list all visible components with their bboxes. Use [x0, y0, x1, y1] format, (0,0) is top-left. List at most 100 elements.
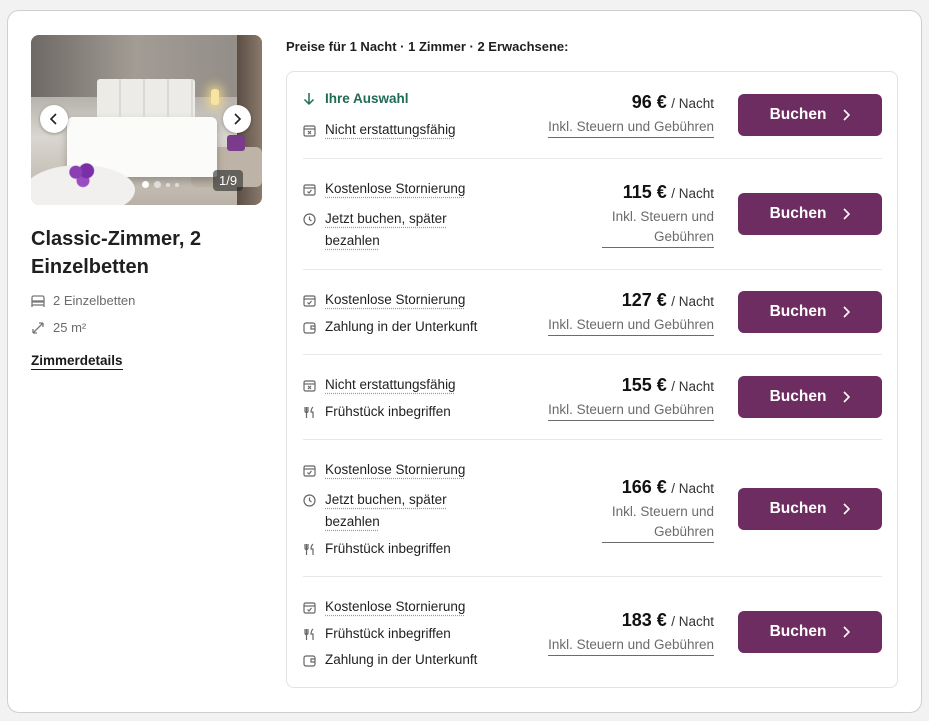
- room-beds-label: 2 Einzelbetten: [53, 293, 136, 308]
- perk-label: Frühstück inbegriffen: [325, 626, 451, 641]
- book-button-label: Buchen: [769, 623, 827, 640]
- photo-lamp: [211, 89, 219, 105]
- perk-label[interactable]: Jetzt buchen, später bezahlen: [325, 208, 465, 252]
- tax-note-link[interactable]: Inkl. Steuern und Gebühren: [602, 502, 714, 543]
- book-button-label: Buchen: [769, 303, 827, 320]
- perk-item: Kostenlose Stornierung: [303, 178, 465, 200]
- calendar-x-icon: [303, 379, 316, 392]
- price-value: 96 €: [631, 92, 667, 112]
- offer-price: 127 € / Nacht Inkl. Steuern und Gebühren: [548, 290, 714, 336]
- perk-label[interactable]: Kostenlose Stornierung: [325, 459, 465, 481]
- book-button[interactable]: Buchen: [738, 94, 882, 136]
- wallet-icon: [303, 321, 316, 334]
- perk-item: Zahlung in der Unterkunft: [303, 316, 477, 338]
- chevron-right-icon: [843, 306, 851, 318]
- clock-icon: [303, 493, 316, 507]
- arrow-down-icon: [303, 93, 315, 106]
- book-button[interactable]: Buchen: [738, 488, 882, 530]
- room-size-label: 25 m²: [53, 320, 87, 335]
- perk-label[interactable]: Kostenlose Stornierung: [325, 289, 465, 311]
- offer-row: Nicht erstattungsfähig Frühstück inbegri…: [303, 355, 882, 440]
- offer-row: Kostenlose Stornierung Jetzt buchen, spä…: [303, 159, 882, 270]
- calendar-check-icon: [303, 464, 316, 477]
- perk-label[interactable]: Jetzt buchen, später bezahlen: [325, 489, 465, 533]
- utensils-icon: [304, 406, 314, 418]
- book-button[interactable]: Buchen: [738, 611, 882, 653]
- perk-label[interactable]: Kostenlose Stornierung: [325, 596, 465, 618]
- offer-row: Kostenlose Stornierung Zahlung in der Un…: [303, 270, 882, 355]
- offer-price: 96 € / Nacht Inkl. Steuern und Gebühren: [548, 92, 714, 138]
- tax-note-link[interactable]: Inkl. Steuern und Gebühren: [548, 117, 714, 138]
- tax-note-link[interactable]: Inkl. Steuern und Gebühren: [548, 315, 714, 336]
- tax-note-link[interactable]: Inkl. Steuern und Gebühren: [548, 635, 714, 656]
- per-night-label: / Nacht: [671, 614, 714, 629]
- photo-pillow: [227, 135, 245, 151]
- price-value: 115 €: [622, 182, 667, 202]
- perk-label: Frühstück inbegriffen: [325, 541, 451, 556]
- price-value: 155 €: [621, 375, 667, 395]
- prices-header: Preise für 1 Nacht · 1 Zimmer · 2 Erwach…: [286, 39, 569, 54]
- offer-price: 115 € / Nacht Inkl. Steuern und Gebühren: [602, 182, 714, 248]
- perk-label[interactable]: Nicht erstattungsfähig: [325, 119, 456, 141]
- calendar-check-icon: [303, 601, 316, 614]
- perk-label: Frühstück inbegriffen: [325, 404, 451, 419]
- perk-item: Frühstück inbegriffen: [303, 538, 451, 560]
- perk-item: Kostenlose Stornierung: [303, 596, 465, 618]
- offer-price: 183 € / Nacht Inkl. Steuern und Gebühren: [548, 610, 714, 656]
- book-button-label: Buchen: [769, 106, 827, 123]
- perk-item: Frühstück inbegriffen: [303, 401, 451, 423]
- offer-price: 166 € / Nacht Inkl. Steuern und Gebühren: [602, 477, 714, 543]
- room-info: 1/9 Classic-Zimmer, 2 Einzelbetten 2 Ein…: [31, 35, 262, 370]
- book-button[interactable]: Buchen: [738, 376, 882, 418]
- book-button[interactable]: Buchen: [738, 291, 882, 333]
- utensils-icon: [304, 628, 314, 640]
- carousel-dot[interactable]: [142, 181, 149, 188]
- price-value: 127 €: [621, 290, 667, 310]
- calendar-x-icon: [303, 124, 316, 137]
- perk-label[interactable]: Kostenlose Stornierung: [325, 178, 465, 200]
- carousel-dot[interactable]: [154, 181, 161, 188]
- perk-item: Kostenlose Stornierung: [303, 459, 465, 481]
- calendar-check-icon: [303, 183, 316, 196]
- wallet-icon: [303, 654, 316, 667]
- offer-price: 155 € / Nacht Inkl. Steuern und Gebühren: [548, 375, 714, 421]
- chevron-right-icon: [843, 626, 851, 638]
- carousel-dots: [142, 181, 179, 188]
- tax-note-link[interactable]: Inkl. Steuern und Gebühren: [602, 207, 714, 248]
- perk-label: Ihre Auswahl: [325, 91, 409, 106]
- offer-row: Kostenlose Stornierung Jetzt buchen, spä…: [303, 440, 882, 577]
- perk-item: Kostenlose Stornierung: [303, 289, 465, 311]
- perk-item: Nicht erstattungsfähig: [303, 119, 456, 141]
- per-night-label: / Nacht: [671, 294, 714, 309]
- room-offer-card: 1/9 Classic-Zimmer, 2 Einzelbetten 2 Ein…: [7, 10, 922, 713]
- room-photo-carousel[interactable]: 1/9: [31, 35, 262, 205]
- perk-selected: Ihre Auswahl: [303, 88, 409, 110]
- clock-icon: [303, 212, 316, 226]
- per-night-label: / Nacht: [671, 186, 714, 201]
- room-feature-size: 25 m²: [31, 320, 262, 335]
- book-button-label: Buchen: [769, 500, 827, 517]
- carousel-prev-button[interactable]: [40, 105, 68, 133]
- chevron-right-icon: [234, 113, 242, 125]
- chevron-right-icon: [843, 109, 851, 121]
- book-button-label: Buchen: [769, 205, 827, 222]
- carousel-next-button[interactable]: [223, 105, 251, 133]
- chevron-right-icon: [843, 503, 851, 515]
- book-button[interactable]: Buchen: [738, 193, 882, 235]
- photo-counter: 1/9: [213, 170, 244, 191]
- per-night-label: / Nacht: [671, 96, 714, 111]
- calendar-check-icon: [303, 294, 316, 307]
- perk-item: Zahlung in der Unterkunft: [303, 649, 477, 671]
- expand-icon: [32, 321, 44, 334]
- room-details-link[interactable]: Zimmerdetails: [31, 353, 123, 370]
- carousel-dot[interactable]: [166, 182, 170, 187]
- carousel-dot[interactable]: [175, 182, 179, 187]
- perk-label[interactable]: Nicht erstattungsfähig: [325, 374, 456, 396]
- perk-item: Jetzt buchen, später bezahlen: [303, 208, 465, 252]
- perk-item: Frühstück inbegriffen: [303, 623, 451, 645]
- utensils-icon: [304, 543, 314, 555]
- book-button-label: Buchen: [769, 388, 827, 405]
- room-title: Classic-Zimmer, 2 Einzelbetten: [31, 228, 202, 278]
- per-night-label: / Nacht: [671, 379, 714, 394]
- tax-note-link[interactable]: Inkl. Steuern und Gebühren: [548, 400, 714, 421]
